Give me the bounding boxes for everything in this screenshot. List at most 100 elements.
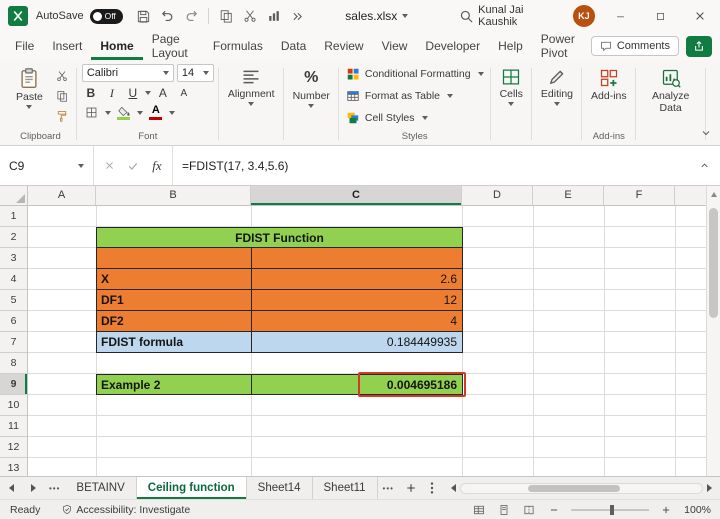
horizontal-scroll-thumb[interactable] bbox=[528, 484, 621, 492]
underline-button[interactable]: U bbox=[124, 84, 142, 102]
horizontal-scrollbar[interactable] bbox=[450, 477, 712, 499]
cut-icon[interactable] bbox=[52, 67, 72, 84]
column-header[interactable]: A bbox=[28, 186, 96, 205]
column-header[interactable]: F bbox=[604, 186, 675, 205]
menu-tab[interactable]: Home bbox=[91, 32, 142, 60]
row-header[interactable]: 8 bbox=[0, 353, 27, 374]
borders-icon[interactable] bbox=[82, 104, 102, 121]
bold-button[interactable]: B bbox=[82, 84, 100, 102]
column-header[interactable]: C bbox=[251, 186, 462, 205]
share-button[interactable] bbox=[686, 35, 712, 57]
column-header[interactable]: D bbox=[462, 186, 533, 205]
menu-tab[interactable]: Data bbox=[272, 32, 315, 60]
alignment-button[interactable]: Alignment bbox=[224, 64, 279, 112]
hscroll-left-icon[interactable] bbox=[450, 484, 456, 492]
borders-chevron-icon[interactable] bbox=[104, 110, 111, 115]
sheet-nav-left-icon[interactable] bbox=[0, 477, 22, 499]
row-header[interactable]: 7 bbox=[0, 332, 27, 353]
cell-C5[interactable]: 12 bbox=[252, 290, 463, 310]
menu-tab[interactable]: File bbox=[6, 32, 43, 60]
minimize-button[interactable] bbox=[601, 0, 641, 32]
number-button[interactable]: % Number bbox=[289, 64, 334, 114]
menu-tab[interactable]: Formulas bbox=[204, 32, 272, 60]
sheet-options-icon[interactable] bbox=[423, 477, 441, 499]
sheet-tab[interactable]: Sheet11 bbox=[313, 477, 378, 499]
excel-logo-icon[interactable] bbox=[8, 6, 28, 26]
format-painter-icon[interactable] bbox=[52, 107, 72, 124]
undo-icon[interactable] bbox=[155, 3, 179, 29]
enter-icon[interactable] bbox=[122, 155, 144, 177]
menu-tab[interactable]: Insert bbox=[43, 32, 91, 60]
close-button[interactable] bbox=[680, 0, 720, 32]
row-header[interactable]: 13 bbox=[0, 458, 27, 476]
cell-B9[interactable]: Example 2 bbox=[97, 375, 252, 394]
name-box[interactable]: C9 bbox=[0, 146, 94, 185]
save-icon[interactable] bbox=[131, 3, 155, 29]
row-header[interactable]: 1 bbox=[0, 206, 27, 227]
maximize-button[interactable] bbox=[641, 0, 681, 32]
cell-C7[interactable]: 0.184449935 bbox=[252, 332, 463, 352]
cell-C3[interactable] bbox=[252, 248, 463, 268]
cell-C6[interactable]: 4 bbox=[252, 311, 463, 331]
worksheet-grid[interactable]: ABCDEF 1 2 3 4 5 6 7 8 9 10 11 12 13 FDIST Function … bbox=[0, 186, 720, 476]
collapse-ribbon-icon[interactable] bbox=[700, 127, 712, 139]
font-size-select[interactable]: 14 bbox=[176, 64, 214, 82]
sheet-tab[interactable]: Ceiling function bbox=[136, 477, 247, 499]
fill-color-chevron-icon[interactable] bbox=[136, 110, 143, 115]
fill-color-icon[interactable] bbox=[114, 104, 134, 121]
redo-icon[interactable] bbox=[179, 3, 203, 29]
zoom-slider-thumb[interactable] bbox=[610, 504, 614, 515]
zoom-level[interactable]: 100% bbox=[683, 504, 711, 516]
sheet-overflow-left[interactable]: ••• bbox=[44, 477, 65, 499]
increase-font-button[interactable]: A bbox=[154, 84, 172, 102]
formula-input[interactable]: =FDIST(17, 3.4,5.6) bbox=[173, 159, 699, 173]
row-header[interactable]: 9 bbox=[0, 374, 27, 395]
cell-styles-button[interactable]: Cell Styles bbox=[344, 108, 486, 128]
menu-tab[interactable]: Help bbox=[489, 32, 532, 60]
sheet-overflow-right[interactable]: ••• bbox=[378, 477, 399, 499]
analyze-data-button[interactable]: Analyze Data bbox=[641, 64, 701, 120]
page-break-view-icon[interactable] bbox=[521, 502, 537, 518]
zoom-in-icon[interactable] bbox=[658, 502, 674, 518]
cell-B4[interactable]: X bbox=[97, 269, 252, 289]
cell-B2-title[interactable]: FDIST Function bbox=[97, 228, 463, 247]
menu-tab[interactable]: Developer bbox=[416, 32, 489, 60]
autosave-toggle[interactable]: Off bbox=[89, 8, 124, 24]
conditional-formatting-button[interactable]: Conditional Formatting bbox=[344, 64, 486, 84]
column-header[interactable]: B bbox=[96, 186, 251, 205]
underline-chevron-icon[interactable] bbox=[144, 91, 151, 95]
font-name-select[interactable]: Calibri bbox=[81, 64, 174, 82]
sheet-tab[interactable]: Sheet14 bbox=[247, 477, 313, 499]
cell-C4[interactable]: 2.6 bbox=[252, 269, 463, 289]
editing-button[interactable]: Editing bbox=[537, 64, 577, 112]
sheet-tab[interactable]: BETAINV bbox=[65, 477, 137, 499]
horizontal-scroll-track[interactable] bbox=[459, 482, 703, 494]
menu-tab[interactable]: Review bbox=[315, 32, 372, 60]
hscroll-right-icon[interactable] bbox=[707, 484, 712, 492]
cell-B5[interactable]: DF1 bbox=[97, 290, 252, 310]
zoom-out-icon[interactable] bbox=[546, 502, 562, 518]
row-header[interactable]: 11 bbox=[0, 416, 27, 437]
normal-view-icon[interactable] bbox=[471, 502, 487, 518]
row-header[interactable]: 12 bbox=[0, 437, 27, 458]
chart-icon[interactable] bbox=[262, 3, 286, 29]
row-header[interactable]: 6 bbox=[0, 311, 27, 332]
page-layout-view-icon[interactable] bbox=[496, 502, 512, 518]
formula-bar-expand-icon[interactable] bbox=[699, 160, 720, 171]
select-all-corner[interactable] bbox=[0, 186, 28, 205]
copy-icon[interactable] bbox=[214, 3, 238, 29]
sheet-nav-right-icon[interactable] bbox=[22, 477, 44, 499]
menu-tab[interactable]: Page Layout bbox=[143, 32, 204, 60]
accessibility-status[interactable]: Accessibility: Investigate bbox=[62, 504, 190, 516]
zoom-slider[interactable] bbox=[571, 504, 649, 515]
row-header[interactable]: 5 bbox=[0, 290, 27, 311]
insert-function-icon[interactable]: fx bbox=[146, 155, 168, 177]
cancel-icon[interactable] bbox=[98, 155, 120, 177]
workbook-title[interactable]: sales.xlsx bbox=[339, 5, 414, 27]
cut-icon[interactable] bbox=[238, 3, 262, 29]
cell-B3[interactable] bbox=[97, 248, 252, 268]
column-header[interactable]: E bbox=[533, 186, 604, 205]
cell-B6[interactable]: DF2 bbox=[97, 311, 252, 331]
menu-tab[interactable]: Power Pivot bbox=[532, 32, 591, 60]
new-sheet-button[interactable] bbox=[399, 477, 423, 499]
